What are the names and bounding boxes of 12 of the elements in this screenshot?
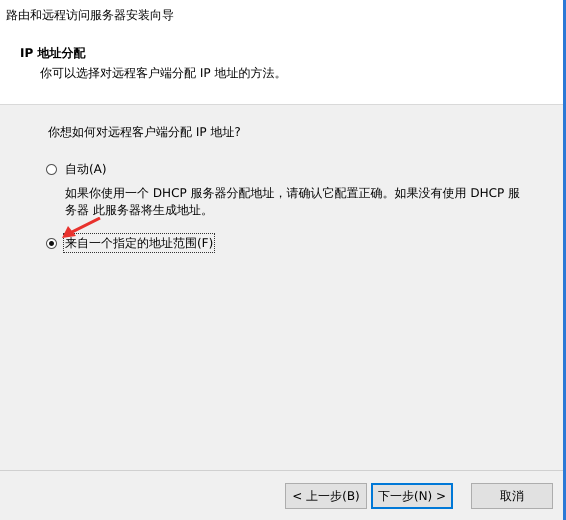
radio-label[interactable]: 自动(A) <box>63 159 109 179</box>
cancel-button[interactable]: 取消 <box>471 482 553 508</box>
question-text: 你想如何对远程客户端分配 IP 地址? <box>48 124 242 141</box>
radio-button[interactable] <box>46 164 57 174</box>
window-title: 路由和远程访问服务器安装向导 <box>5 7 175 24</box>
option-description: 如果你使用一个 DHCP 服务器分配地址，请确认它配置正确。如果没有使用 DHCP 服务器 此服务器将生成地址。 <box>65 185 522 219</box>
page-subtitle: 你可以选择对远程客户端分配 IP 地址的方法。 <box>39 65 288 82</box>
back-button[interactable]: < 上一步(B) <box>285 482 367 508</box>
radio-button[interactable] <box>46 238 57 248</box>
arrow-annotation <box>62 217 101 238</box>
page-title: IP 地址分配 <box>20 45 86 62</box>
next-button[interactable]: 下一步(N) > <box>371 482 453 508</box>
